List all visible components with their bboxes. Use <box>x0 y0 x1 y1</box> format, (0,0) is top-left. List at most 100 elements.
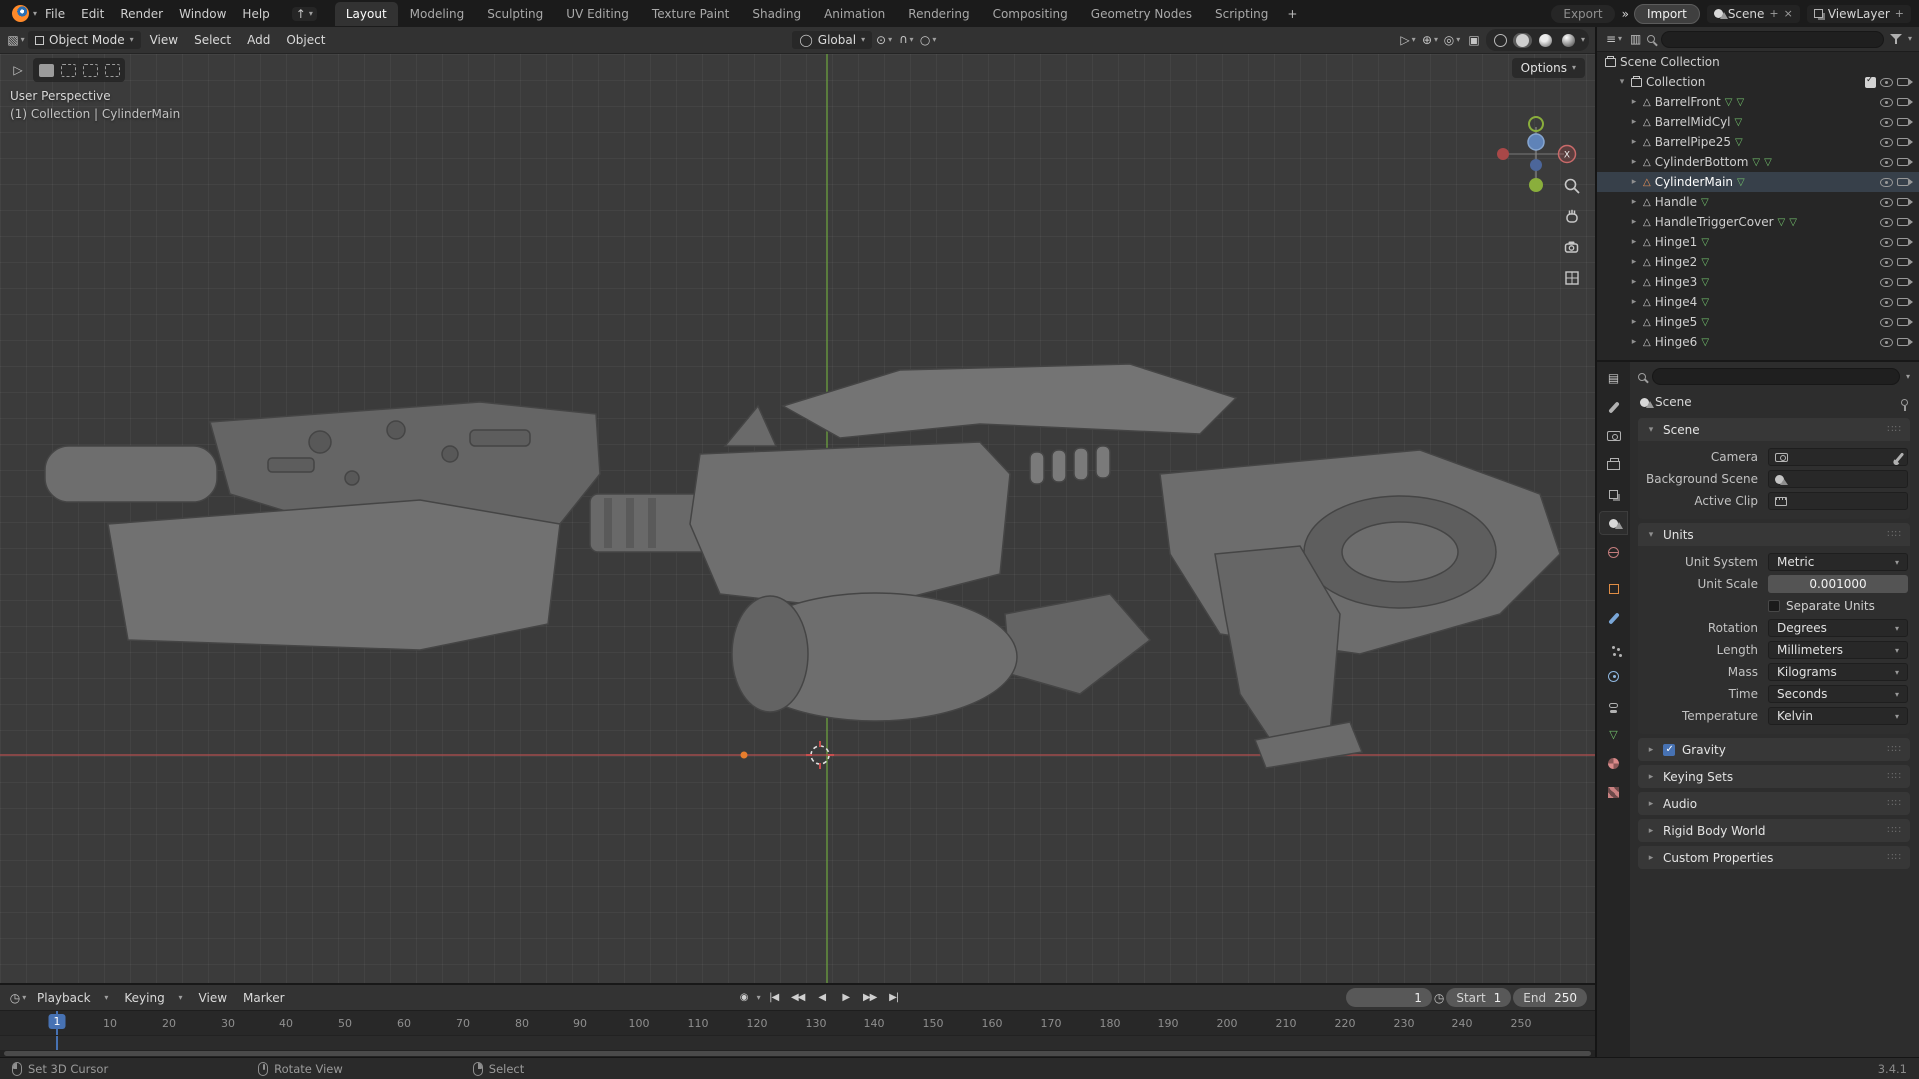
axis-x-neg-ball[interactable] <box>1497 148 1509 160</box>
workspace-tab-texture-paint[interactable]: Texture Paint <box>641 2 740 26</box>
tweak-tool-icon[interactable]: ▷ <box>8 60 28 80</box>
disable-in-renders-icon[interactable] <box>1897 218 1913 226</box>
hide-in-viewport-icon[interactable] <box>1880 117 1893 127</box>
playhead-line[interactable] <box>56 1036 58 1050</box>
timeline-ruler[interactable]: 1 10 20 30 40 50 60 70 80 90 100 110 120… <box>0 1010 1595 1035</box>
import-button[interactable]: Import <box>1633 3 1700 24</box>
menu-select[interactable]: Select <box>187 31 238 49</box>
menu-render[interactable]: Render <box>112 4 171 24</box>
menu-marker[interactable]: Marker <box>236 989 291 1007</box>
show-overlays-toggle[interactable]: ◎ ▾ <box>1442 30 1462 50</box>
export-button[interactable]: Export <box>1551 4 1615 23</box>
tab-constraints[interactable] <box>1600 694 1627 716</box>
expand-icon[interactable]: ▸ <box>1629 337 1639 347</box>
tab-material[interactable] <box>1600 752 1627 774</box>
outliner-row-collection[interactable]: ▾ Collection <box>1597 72 1919 92</box>
tab-physics[interactable] <box>1600 665 1627 687</box>
timeline-scrollbar[interactable] <box>0 1050 1595 1057</box>
workspace-tab-shading[interactable]: Shading <box>741 2 812 26</box>
display-mode-icon[interactable]: ▥ <box>1630 33 1641 45</box>
workspace-tab-modeling[interactable]: Modeling <box>399 2 476 26</box>
panel-custom-properties-header[interactable]: ▸ Custom Properties ∷∷ <box>1638 846 1910 869</box>
new-viewlayer-icon[interactable]: + <box>1895 7 1904 20</box>
mass-dropdown[interactable]: Kilograms ▾ <box>1768 663 1908 681</box>
temperature-dropdown[interactable]: Kelvin ▾ <box>1768 707 1908 725</box>
viewlayer-selector[interactable]: ViewLayer + <box>1806 4 1911 23</box>
chevron-down-icon[interactable]: ▾ <box>1906 372 1910 381</box>
select-box-new-button[interactable] <box>36 60 56 80</box>
workspace-tab-geometry-nodes[interactable]: Geometry Nodes <box>1080 2 1203 26</box>
toggle-xray-button[interactable]: ▣ <box>1464 30 1484 50</box>
hide-in-viewport-icon[interactable] <box>1880 317 1893 327</box>
properties-search-input[interactable] <box>1652 368 1900 385</box>
disable-in-renders-icon[interactable] <box>1897 238 1913 246</box>
outliner-item[interactable]: ▸ △ BarrelFront ▽ ▽ <box>1597 92 1919 112</box>
properties-editor-type-icon[interactable]: ▤ <box>1600 367 1627 389</box>
snap-dropdown[interactable]: ∪ ▾ <box>896 30 916 50</box>
tab-tool[interactable] <box>1600 396 1627 418</box>
expand-icon[interactable]: ▸ <box>1629 137 1639 147</box>
outliner-item[interactable]: ▸ △ Hinge2 ▽ <box>1597 252 1919 272</box>
pan-hand-icon[interactable] <box>1561 205 1583 227</box>
collection-checkbox[interactable] <box>1865 75 1876 88</box>
tab-scene[interactable] <box>1599 511 1628 535</box>
expand-icon[interactable]: ▸ <box>1629 237 1639 247</box>
panel-drag-icon[interactable]: ∷∷ <box>1887 798 1902 809</box>
disable-in-renders-icon[interactable] <box>1897 138 1913 146</box>
axis-z-neg-ball[interactable] <box>1530 159 1542 171</box>
shading-material-button[interactable] <box>1535 30 1555 50</box>
addon-tool-group[interactable]: ↑ ▾ <box>291 6 317 21</box>
panel-units-header[interactable]: ▾ Units ∷∷ <box>1638 523 1910 546</box>
auto-keying-button[interactable]: ◉ <box>733 988 755 1008</box>
outliner-item[interactable]: ▸ △ Hinge3 ▽ <box>1597 272 1919 292</box>
transform-orientation-dropdown[interactable]: ◯ Global ▾ <box>792 31 873 49</box>
menu-keying[interactable]: Keying ▾ <box>117 989 189 1007</box>
menu-add[interactable]: Add <box>240 31 277 49</box>
hide-in-viewport-icon[interactable] <box>1880 157 1893 167</box>
outliner-item[interactable]: ▸ △ BarrelPipe25 ▽ <box>1597 132 1919 152</box>
unit-scale-slider[interactable]: 0.001000 <box>1768 575 1908 593</box>
disable-in-renders-icon[interactable] <box>1897 298 1913 306</box>
pivot-point-dropdown[interactable]: ⊙ ▾ <box>874 30 894 50</box>
panel-drag-icon[interactable]: ∷∷ <box>1887 852 1902 863</box>
frame-start-field[interactable]: Start 1 <box>1446 988 1512 1007</box>
background-scene-field[interactable] <box>1768 470 1908 488</box>
menu-file[interactable]: File <box>37 4 73 24</box>
panel-drag-icon[interactable]: ∷∷ <box>1887 529 1902 540</box>
expand-icon[interactable]: ▸ <box>1629 317 1639 327</box>
playhead-label[interactable]: 1 <box>48 1014 66 1029</box>
axis-y-ball[interactable] <box>1529 178 1543 192</box>
filter-icon[interactable] <box>1889 33 1902 45</box>
tab-world[interactable] <box>1600 541 1627 563</box>
outliner-item-active[interactable]: ▸ △ CylinderMain ▽ <box>1597 172 1919 192</box>
timeline-editor-type-icon[interactable]: ◷ ▾ <box>8 988 28 1008</box>
disable-in-renders-icon[interactable] <box>1897 338 1913 346</box>
outliner-item[interactable]: ▸ △ HandleTriggerCover ▽ ▽ <box>1597 212 1919 232</box>
hide-in-viewport-icon[interactable] <box>1880 197 1893 207</box>
panel-scene-header[interactable]: ▾ Scene ∷∷ <box>1638 418 1910 441</box>
expand-icon[interactable]: ▸ <box>1629 277 1639 287</box>
camera-field[interactable] <box>1768 448 1908 466</box>
hide-in-viewport-icon[interactable] <box>1880 97 1893 107</box>
panel-rigid-body-world-header[interactable]: ▸ Rigid Body World ∷∷ <box>1638 819 1910 842</box>
menu-view[interactable]: View <box>143 31 185 49</box>
disable-in-renders-icon[interactable] <box>1897 258 1913 266</box>
hide-in-viewport-icon[interactable] <box>1880 137 1893 147</box>
workspace-tab-layout[interactable]: Layout <box>334 1 398 26</box>
panel-drag-icon[interactable]: ∷∷ <box>1887 771 1902 782</box>
outliner-item[interactable]: ▸ △ Hinge5 ▽ <box>1597 312 1919 332</box>
outliner-search-input[interactable] <box>1661 30 1884 48</box>
zoom-tool-icon[interactable] <box>1561 175 1583 197</box>
blender-logo-icon[interactable] <box>12 5 29 22</box>
hide-in-viewport-icon[interactable] <box>1880 177 1893 187</box>
prev-keyframe-button[interactable]: ◀◀ <box>787 988 809 1008</box>
use-preview-range-icon[interactable]: ◷ <box>1434 992 1444 1004</box>
camera-view-icon[interactable] <box>1561 236 1583 258</box>
shading-solid-button[interactable] <box>1513 32 1532 48</box>
length-dropdown[interactable]: Millimeters ▾ <box>1768 641 1908 659</box>
menu-edit[interactable]: Edit <box>73 4 112 24</box>
mode-dropdown[interactable]: Object Mode ▾ <box>28 31 141 49</box>
tab-texture[interactable] <box>1600 781 1627 803</box>
select-box-subtract-button[interactable] <box>80 60 100 80</box>
upload-icon[interactable]: ↑ <box>296 8 306 20</box>
